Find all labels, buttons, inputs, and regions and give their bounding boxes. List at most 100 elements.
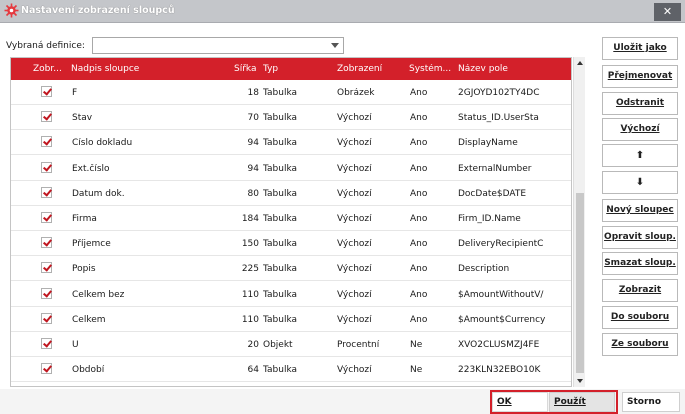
visible-checkbox[interactable]	[41, 363, 52, 375]
column-title-cell: U	[72, 340, 79, 350]
header-visible[interactable]: Zobr...	[33, 64, 71, 74]
column-display-cell: Výchozí	[337, 314, 372, 325]
ok-button[interactable]: OK	[492, 392, 548, 412]
column-field-cell: Status_ID.UserSta	[458, 113, 539, 124]
scroll-up-icon[interactable]	[574, 57, 586, 69]
close-button[interactable]: ✕	[654, 3, 681, 21]
column-field-cell: DeliveryRecipientC	[458, 239, 544, 250]
scroll-down-icon[interactable]	[574, 375, 586, 387]
column-display-cell: Výchozí	[337, 264, 372, 275]
delete-button[interactable]: Odstranit	[602, 92, 678, 115]
save-as-button[interactable]: Uložit jako	[602, 37, 678, 60]
column-field-cell: Firm_ID.Name	[458, 214, 521, 224]
table-row[interactable]: Ext.číslo 94 Tabulka Výchozí Ano ExternalNumb…	[11, 156, 571, 181]
visible-checkbox[interactable]	[41, 237, 52, 249]
column-display-cell: Výchozí	[337, 188, 372, 199]
column-type-cell: Tabulka	[263, 314, 298, 325]
visible-checkbox[interactable]	[41, 136, 52, 148]
table-row[interactable]: Celkem 110 Tabulka Výchozí Ano $Amount$Curren…	[11, 307, 571, 332]
grid-scrollbar[interactable]	[573, 57, 585, 387]
table-row[interactable]: Celkem bez 110 Tabulka Výchozí Ano $AmountWit…	[11, 282, 571, 307]
title-bar: Nastavení zobrazení sloupců ✕	[0, 0, 685, 23]
new-column-button[interactable]: Nový sloupec	[602, 199, 678, 222]
table-row[interactable]: F 18 Tabulka Obrázek Ano 2GJOYD102TY4DC	[11, 80, 571, 105]
export-to-file-button[interactable]: Do souboru	[602, 306, 678, 329]
show-column-button[interactable]: Zobrazit sloup.	[602, 279, 678, 316]
table-row[interactable]: Datum dok. 80 Tabulka Výchozí Ano DocDate$DAT…	[11, 181, 571, 206]
column-width-cell: 150	[241, 239, 259, 250]
column-display-cell: Výchozí	[337, 163, 372, 174]
column-display-cell: Výchozí	[337, 214, 372, 224]
visible-checkbox[interactable]	[41, 287, 52, 299]
column-type-cell: Tabulka	[263, 113, 298, 124]
column-system-cell: Ano	[410, 163, 428, 174]
header-type[interactable]: Typ	[263, 64, 323, 74]
table-row[interactable]: Z18TabulkaObrázekAnoEBP5DNJVARM4JZ	[11, 382, 571, 386]
column-field-cell: $AmountWithoutV/	[458, 289, 544, 300]
column-system-cell: Ano	[410, 239, 428, 250]
column-system-cell: Ano	[410, 289, 428, 300]
columns-grid: Zobr... Nadpis sloupce Šířka Typ Zobraze…	[10, 57, 572, 387]
column-display-cell: Procentní	[337, 340, 380, 350]
table-row[interactable]: Popis 225 Tabulka Výchozí Ano Description	[11, 256, 571, 282]
column-system-cell: Ano	[410, 188, 428, 199]
column-title-cell: Příjemce	[72, 239, 111, 250]
move-down-button[interactable]: ⬇	[602, 171, 678, 194]
column-display-cell: Výchozí	[337, 239, 372, 250]
definition-select[interactable]	[92, 37, 344, 54]
visible-checkbox[interactable]	[41, 312, 52, 324]
table-row[interactable]: Období 64 Tabulka Výchozí Ne 223KLN32EBO10K	[11, 357, 571, 383]
chevron-down-icon[interactable]	[331, 43, 339, 48]
move-up-button[interactable]: ⬆	[602, 144, 678, 167]
column-width-cell: 20	[247, 340, 259, 350]
column-title-cell: Období	[72, 365, 105, 376]
table-row[interactable]: U 20 Objekt Procentní Ne XVO2CLUSMZJ4FE	[11, 332, 571, 357]
header-width[interactable]: Šířka	[234, 64, 264, 74]
import-from-file-button[interactable]: Ze souboru	[602, 333, 678, 356]
column-type-cell: Tabulka	[263, 188, 298, 199]
column-title-cell: Celkem	[72, 314, 106, 325]
apply-button[interactable]: Použít	[549, 392, 615, 412]
table-row[interactable]: Firma 184 Tabulka Výchozí Ano Firm_ID.Name	[11, 206, 571, 231]
visible-checkbox[interactable]	[41, 161, 52, 173]
table-row[interactable]: Příjemce 150 Tabulka Výchozí Ano DeliveryReci…	[11, 231, 571, 257]
arrow-down-icon: ⬇	[635, 177, 645, 188]
visible-checkbox[interactable]	[41, 86, 52, 97]
column-title-cell: Číslo dokladu	[72, 138, 133, 149]
column-width-cell: 80	[247, 188, 259, 199]
table-row[interactable]: Číslo dokladu 94 Tabulka Výchozí Ano DisplayN…	[11, 130, 571, 156]
column-title-cell: Firma	[72, 214, 97, 224]
column-type-cell: Tabulka	[263, 289, 298, 300]
visible-checkbox[interactable]	[41, 212, 52, 223]
column-system-cell: Ano	[410, 88, 428, 98]
column-title-cell: Ext.číslo	[72, 163, 110, 174]
column-display-cell: Výchozí	[337, 289, 372, 300]
visible-checkbox[interactable]	[41, 262, 52, 274]
column-width-cell: 70	[247, 113, 259, 124]
column-width-cell: 94	[247, 138, 259, 149]
header-system[interactable]: Systém...	[409, 64, 457, 74]
header-field-name[interactable]: Název pole	[458, 64, 568, 74]
column-system-cell: Ano	[410, 314, 428, 325]
visible-checkbox[interactable]	[41, 186, 52, 198]
header-title[interactable]: Nadpis sloupce	[71, 64, 211, 74]
column-field-cell: XVO2CLUSMZJ4FE	[458, 340, 540, 350]
column-system-cell: Ano	[410, 113, 428, 124]
rename-button[interactable]: Přejmenovat	[602, 65, 678, 88]
visible-checkbox[interactable]	[41, 338, 52, 349]
column-system-cell: Ano	[410, 138, 428, 149]
default-button[interactable]: Výchozí	[602, 118, 678, 141]
column-title-cell: Popis	[72, 264, 96, 275]
column-title-cell: Datum dok.	[72, 188, 125, 199]
window-title: Nastavení zobrazení sloupců	[21, 5, 175, 16]
cancel-button[interactable]: Storno	[622, 392, 680, 412]
column-system-cell: Ano	[410, 214, 428, 224]
edit-column-button[interactable]: Opravit sloup.	[602, 226, 678, 249]
column-width-cell: 110	[241, 289, 259, 300]
column-field-cell: $Amount$Currency	[458, 314, 546, 325]
table-row[interactable]: Stav 70 Tabulka Výchozí Ano Status_ID.UserSta	[11, 105, 571, 131]
header-display[interactable]: Zobrazení	[337, 64, 407, 74]
delete-column-button[interactable]: Smazat sloup.	[602, 252, 678, 275]
scroll-thumb[interactable]	[576, 193, 584, 373]
visible-checkbox[interactable]	[41, 111, 52, 123]
